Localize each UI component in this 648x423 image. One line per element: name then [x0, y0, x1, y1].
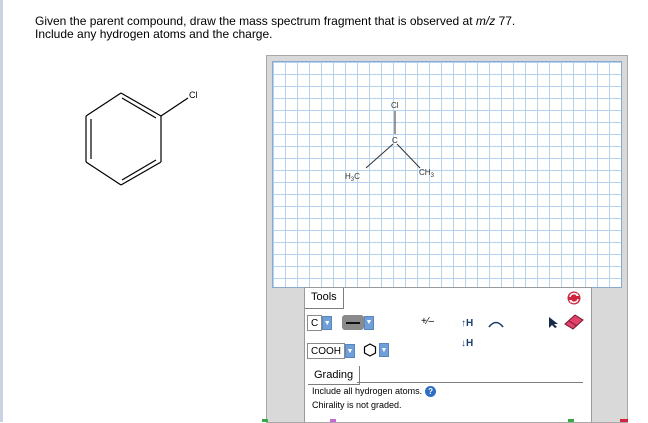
- chevron-down-icon[interactable]: ▼: [345, 344, 355, 358]
- eraser-icon[interactable]: [563, 314, 585, 330]
- tools-panel: Tools C ▼ ▼ +⁄– ↑H ↓H COOH ▼ ▼ Grading Inc…: [304, 287, 592, 422]
- chevron-down-icon[interactable]: ▼: [322, 316, 333, 330]
- add-hydrogen-icon[interactable]: ↑H: [461, 318, 473, 329]
- question-line-2: Include any hydrogen atoms and the charg…: [35, 27, 273, 41]
- grading-line-2: Chirality is not graded.: [312, 400, 402, 410]
- question-mz-value: 77.: [495, 14, 516, 28]
- hexagon-icon[interactable]: [363, 343, 377, 357]
- chevron-down-icon[interactable]: ▼: [379, 343, 389, 357]
- atom-c[interactable]: C: [392, 136, 398, 145]
- help-icon[interactable]: ?: [425, 386, 437, 398]
- chlorobenzene-structure: Cl: [85, 90, 198, 186]
- grading-line-1: Include all hydrogen atoms.: [312, 386, 423, 396]
- atom-ch3-ch: CH: [419, 168, 431, 177]
- atom-ch3-sub: 3: [431, 173, 435, 179]
- atom-h3c[interactable]: H3C: [345, 172, 360, 183]
- group-selector[interactable]: COOH ▼: [307, 343, 355, 359]
- tab-tools[interactable]: Tools: [305, 288, 344, 309]
- element-value: C: [307, 315, 323, 331]
- atom-cl[interactable]: Cl: [391, 101, 399, 110]
- question-text: Given the parent compound, draw the mass…: [35, 15, 515, 41]
- grading-hydrogen-note: Include all hydrogen atoms.?: [312, 386, 437, 398]
- atom-h3c-c: C: [354, 172, 360, 181]
- remove-hydrogen-icon[interactable]: ↓H: [461, 338, 473, 349]
- drawn-fragment: Cl C H3C CH3: [345, 101, 435, 183]
- arc-tool-icon[interactable]: [487, 319, 505, 328]
- question-mz: m/z: [475, 14, 496, 28]
- chlorine-label: Cl: [189, 90, 198, 100]
- clear-icon[interactable]: [566, 290, 582, 306]
- element-selector[interactable]: C ▼: [307, 315, 333, 331]
- left-border: [0, 0, 3, 422]
- tab-tools-label: Tools: [311, 291, 337, 303]
- single-bond-icon[interactable]: [342, 315, 364, 330]
- ring-selector[interactable]: ▼: [363, 343, 389, 357]
- pointer-icon[interactable]: [548, 316, 560, 329]
- tab-grading-label: Grading: [314, 369, 354, 381]
- charge-tool-icon[interactable]: +⁄–: [421, 316, 434, 327]
- group-value: COOH: [307, 343, 345, 359]
- drawing-canvas[interactable]: Cl C H3C CH3: [272, 61, 622, 288]
- grading-divider: [357, 382, 583, 383]
- atom-ch3[interactable]: CH3: [419, 168, 435, 179]
- chevron-down-icon[interactable]: ▼: [364, 315, 374, 330]
- tab-grading[interactable]: Grading: [308, 366, 361, 385]
- parent-compound: Cl: [80, 85, 220, 200]
- question-prefix: Given the parent compound, draw the mass…: [35, 14, 476, 28]
- bond-selector[interactable]: ▼: [342, 315, 374, 330]
